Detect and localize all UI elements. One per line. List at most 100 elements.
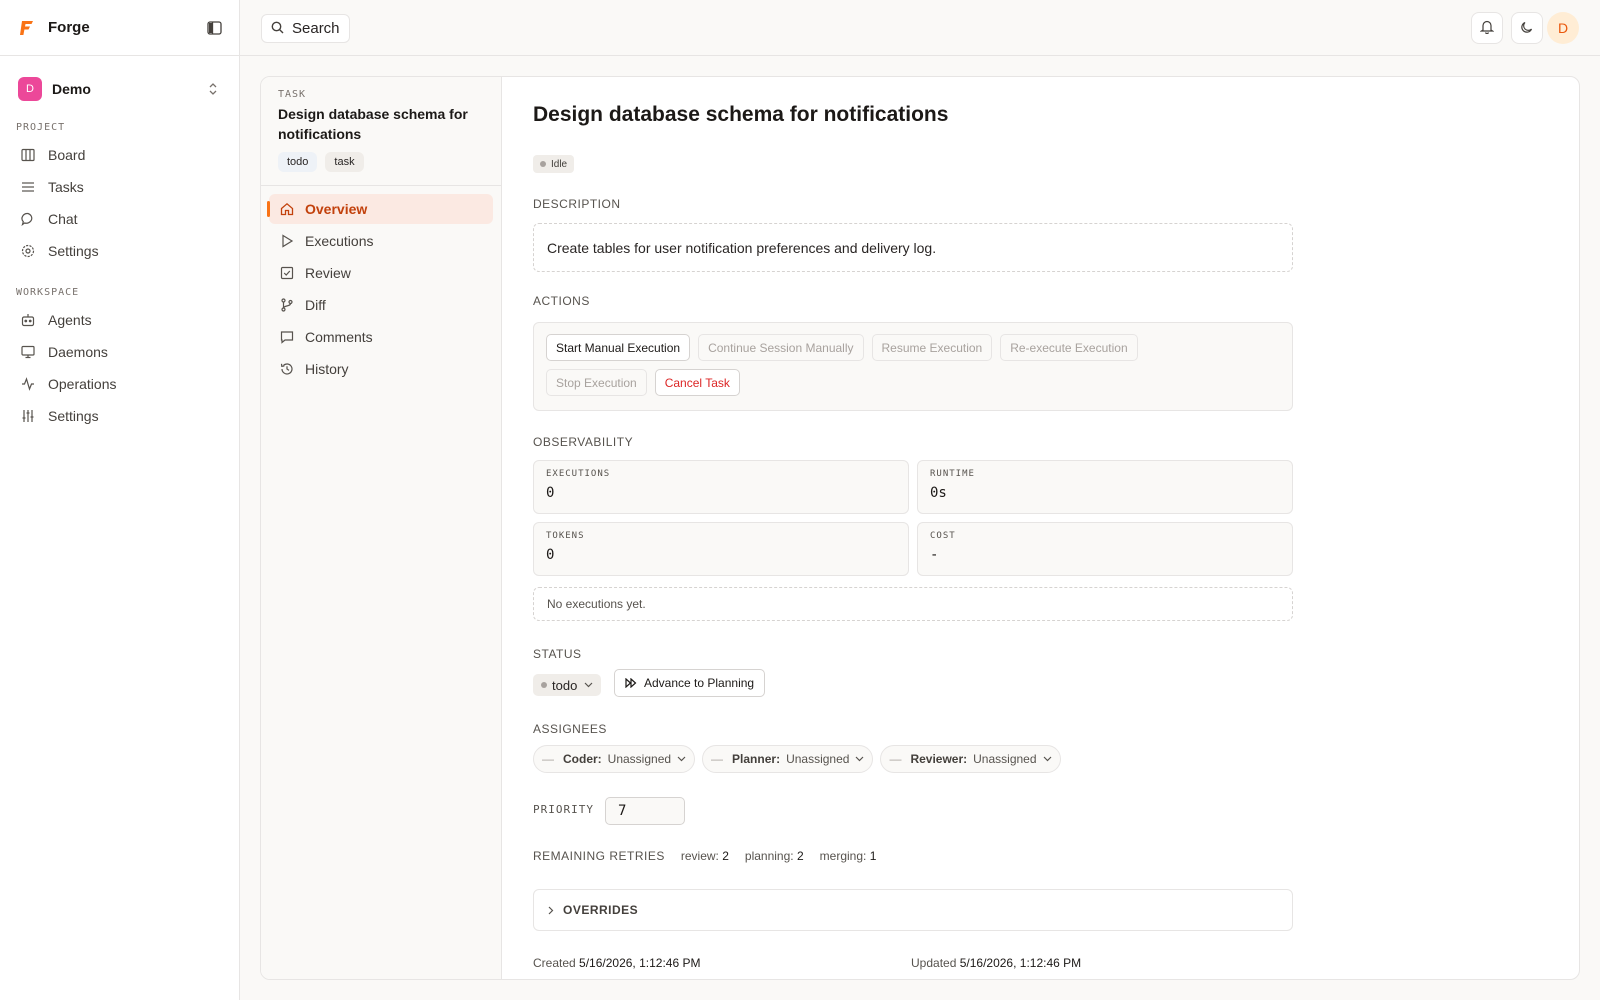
section-label-project: PROJECT (16, 122, 66, 133)
stop-execution-button[interactable]: Stop Execution (546, 369, 647, 396)
sidebar-item-label: Daemons (48, 344, 108, 360)
state-dot (540, 161, 546, 167)
tab-diff[interactable]: Diff (269, 290, 493, 320)
moon-icon (1520, 20, 1534, 37)
retries-label: REMAINING RETRIES (533, 849, 665, 863)
sidebar-item-label: Settings (48, 408, 99, 424)
user-avatar[interactable]: D (1547, 12, 1579, 44)
description-heading: DESCRIPTION (533, 197, 621, 211)
bell-icon (1479, 19, 1495, 37)
top-bar: Search D (240, 0, 1600, 56)
assignees-heading: ASSIGNEES (533, 722, 607, 736)
status-heading: STATUS (533, 647, 582, 661)
sidebar-item-label: Chat (48, 211, 78, 227)
section-label-workspace: WORKSPACE (16, 287, 80, 298)
workspace-switcher[interactable]: D Demo (16, 74, 223, 104)
retry-name: review: (680, 849, 719, 863)
metric-value: 0s (930, 485, 947, 501)
status-value: todo (552, 677, 578, 693)
metric-label: COST (930, 531, 956, 541)
retry-name: merging: (819, 849, 867, 863)
workspace-avatar: D (18, 77, 42, 101)
page-title: Design database schema for notifications (533, 103, 949, 126)
sidebar-item-workspace-settings[interactable]: Settings (0, 400, 239, 432)
empty-text: No executions yet. (547, 597, 646, 611)
sidebar-item-operations[interactable]: Operations (0, 368, 239, 400)
task-kicker: TASK (278, 89, 307, 100)
task-header: TASK Design database schema for notifica… (261, 77, 501, 186)
assignee-role: Reviewer: (910, 752, 968, 766)
updated-timestamp: Updated 5/16/2026, 1:12:46 PM (911, 956, 1081, 970)
sidebar-item-chat[interactable]: Chat (0, 203, 239, 235)
metric-label: TOKENS (546, 531, 585, 541)
assignee-reviewer-select[interactable]: — Reviewer: Unassigned (880, 745, 1061, 773)
theme-toggle-button[interactable] (1511, 12, 1543, 44)
tab-label: Executions (305, 233, 374, 249)
chevron-down-icon (1043, 756, 1052, 762)
notifications-button[interactable] (1471, 12, 1503, 44)
task-navigation: TASK Design database schema for notifica… (261, 77, 502, 979)
sidebar-toggle-icon[interactable] (205, 19, 223, 37)
assignees-row: — Coder: Unassigned — Planner: Unassigne… (533, 745, 1061, 773)
assignee-value: Unassigned (607, 752, 672, 766)
comment-icon (279, 329, 295, 345)
check-square-icon (279, 265, 295, 281)
tab-review[interactable]: Review (269, 258, 493, 288)
tab-label: Overview (305, 201, 368, 217)
tab-executions[interactable]: Executions (269, 226, 493, 256)
metric-label: EXECUTIONS (546, 469, 611, 479)
activity-icon (20, 376, 36, 392)
sidebar-item-label: Agents (48, 312, 92, 328)
sidebar-item-daemons[interactable]: Daemons (0, 336, 239, 368)
chevron-up-down-icon (205, 81, 221, 97)
tab-comments[interactable]: Comments (269, 322, 493, 352)
sidebar-item-label: Settings (48, 243, 99, 259)
sidebar-item-tasks[interactable]: Tasks (0, 171, 239, 203)
cancel-task-button[interactable]: Cancel Task (654, 369, 740, 396)
chevron-right-icon (548, 906, 554, 915)
task-menu: Overview Executions Review Diff Comments… (261, 186, 501, 394)
actions-panel: Start Manual Execution Continue Session … (533, 322, 1293, 411)
tab-label: Review (305, 265, 351, 281)
sidebar-item-project-settings[interactable]: Settings (0, 235, 239, 267)
metric-value: - (930, 547, 939, 563)
reexecute-execution-button[interactable]: Re-execute Execution (1000, 334, 1138, 361)
sidebar-item-label: Operations (48, 376, 117, 392)
sidebar-item-agents[interactable]: Agents (0, 304, 239, 336)
advance-label: Advance to Planning (644, 676, 755, 690)
sidebar-item-label: Tasks (48, 179, 84, 195)
start-manual-execution-button[interactable]: Start Manual Execution (546, 334, 691, 361)
metric-value: 0 (546, 485, 555, 501)
metric-tokens: TOKENS 0 (533, 522, 909, 576)
search-button[interactable]: Search (261, 14, 350, 43)
continue-session-button[interactable]: Continue Session Manually (698, 334, 864, 361)
priority-input[interactable] (605, 797, 685, 825)
tab-history[interactable]: History (269, 354, 493, 384)
tab-label: Comments (305, 329, 373, 345)
chat-icon (20, 211, 36, 227)
search-icon (271, 21, 284, 37)
description-field[interactable]: Create tables for user notification pref… (533, 223, 1293, 272)
search-label: Search (292, 20, 340, 37)
overrides-toggle[interactable]: OVERRIDES (533, 889, 1293, 931)
created-value: 5/16/2026, 1:12:46 PM (579, 956, 701, 970)
status-select[interactable]: todo (533, 674, 602, 696)
retry-count: 1 (869, 849, 877, 863)
assignee-coder-select[interactable]: — Coder: Unassigned (533, 745, 696, 773)
created-label: Created (533, 956, 576, 970)
state-badge: Idle (533, 155, 575, 173)
assignee-role: Coder: (563, 752, 602, 766)
retry-merging: merging: 1 (820, 849, 877, 863)
advance-to-planning-button[interactable]: Advance to Planning (614, 669, 766, 697)
play-icon (279, 233, 295, 249)
tab-overview[interactable]: Overview (267, 194, 493, 224)
list-icon (20, 179, 36, 195)
brand-header: Forge (0, 0, 239, 56)
resume-execution-button[interactable]: Resume Execution (871, 334, 993, 361)
assignee-role: Planner: (732, 752, 781, 766)
assignee-planner-select[interactable]: — Planner: Unassigned (702, 745, 874, 773)
tag-status: todo (278, 152, 318, 172)
board-icon (20, 147, 36, 163)
retry-review: review: 2 (681, 849, 729, 863)
sidebar-item-board[interactable]: Board (0, 139, 239, 171)
